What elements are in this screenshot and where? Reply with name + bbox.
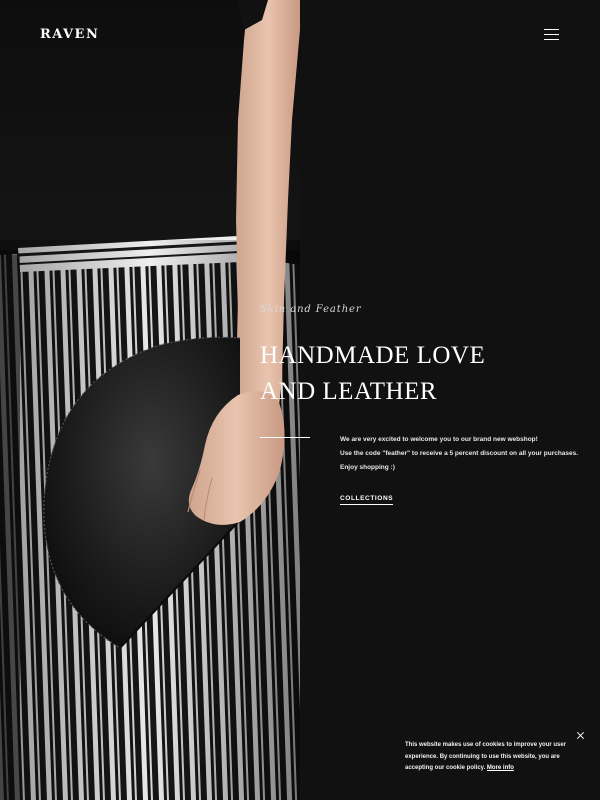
intro-welcome-text: We are very excited to welcome you to ou…	[340, 436, 538, 443]
page: RAVEN Skin and Feather HANDMADE LOVE AND…	[0, 0, 600, 800]
hero-image	[0, 0, 300, 800]
hero-image-illustration	[0, 0, 300, 800]
hero-intro: We are very excited to welcome you to ou…	[340, 433, 580, 475]
cookie-text-line-3: accepting our cookie policy. More info	[405, 763, 585, 775]
logo[interactable]: RAVEN	[40, 27, 99, 42]
intro-discount-text: Use the code "feather" to receive a 5 pe…	[340, 450, 579, 457]
collections-link[interactable]: COLLECTIONS	[340, 495, 394, 505]
hamburger-menu-icon[interactable]	[540, 27, 562, 43]
hero-subtitle: Skin and Feather	[260, 304, 362, 315]
hero-headline: HANDMADE LOVE AND LEATHER	[260, 338, 560, 410]
intro-enjoy-text: Enjoy shopping :)	[340, 464, 395, 471]
hero-headline-line-1: HANDMADE LOVE	[260, 342, 486, 369]
more-info-link[interactable]: More info	[487, 765, 514, 771]
cookie-text-line-2: experience. By continuing to use this we…	[405, 753, 560, 760]
menu-bar-bottom	[544, 39, 559, 40]
cookie-notice: This website makes use of cookies to imp…	[405, 740, 585, 775]
menu-bar-top	[544, 29, 559, 30]
menu-bar-middle	[544, 34, 559, 35]
hero-headline-line-2: AND LEATHER	[260, 378, 438, 405]
cookie-text-line-1: This website makes use of cookies to imp…	[405, 742, 567, 748]
hero-divider	[260, 437, 310, 438]
cookie-policy-text: accepting our cookie policy.	[405, 765, 486, 771]
